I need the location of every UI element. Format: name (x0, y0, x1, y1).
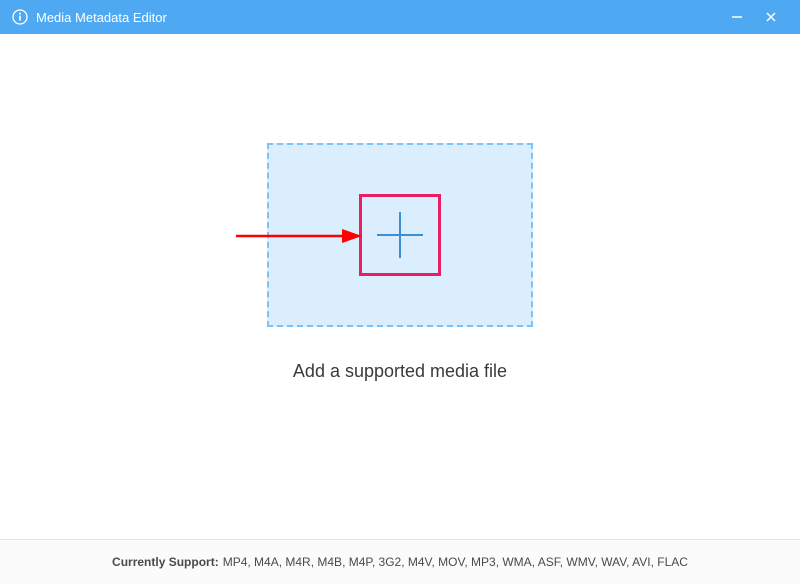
footer-label: Currently Support: (112, 555, 219, 569)
plus-icon (371, 206, 429, 264)
add-file-dropzone[interactable] (267, 143, 533, 327)
dropzone-caption: Add a supported media file (0, 361, 800, 382)
minimize-button[interactable] (720, 0, 754, 34)
close-button[interactable] (754, 0, 788, 34)
footer: Currently Support: MP4, M4A, M4R, M4B, M… (0, 539, 800, 584)
titlebar: Media Metadata Editor (0, 0, 800, 34)
main-area: Add a supported media file (0, 34, 800, 539)
close-icon (764, 10, 778, 24)
footer-formats: MP4, M4A, M4R, M4B, M4P, 3G2, M4V, MOV, … (223, 555, 688, 569)
info-icon (12, 9, 28, 25)
minimize-icon (730, 10, 744, 24)
app-title: Media Metadata Editor (36, 10, 720, 25)
